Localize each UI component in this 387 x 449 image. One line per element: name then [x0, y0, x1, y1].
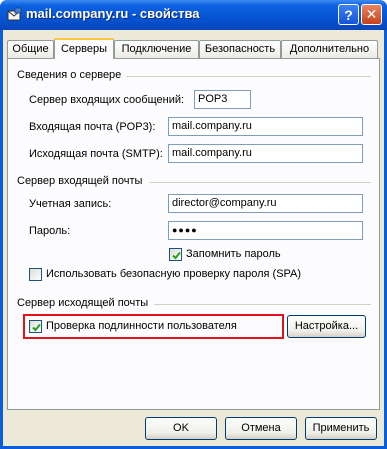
spa-checkbox[interactable] — [29, 268, 42, 281]
settings-button[interactable]: Настройка... — [287, 315, 366, 338]
outgoing-mail-field[interactable]: mail.company.ru — [168, 144, 363, 163]
incoming-server-group-title: Сервер входящей почты — [17, 175, 143, 187]
tab-strip: Общие Серверы Подключение Безопасность Д… — [7, 38, 379, 59]
apply-button[interactable]: Применить — [305, 417, 377, 440]
checkmark-icon — [32, 323, 41, 332]
incoming-server-type-label: Сервер входящих сообщений: — [29, 94, 185, 106]
checkmark-icon — [172, 251, 181, 260]
close-button[interactable]: ✕ — [361, 4, 382, 25]
remember-password-checkbox[interactable] — [169, 248, 182, 261]
user-authentication-label[interactable]: Проверка подлинности пользователя — [46, 320, 237, 332]
incoming-mail-label: Входящая почта (POP3): — [29, 121, 156, 133]
tab-connection[interactable]: Подключение — [114, 40, 199, 58]
remember-password-label[interactable]: Запомнить пароль — [186, 248, 281, 260]
tab-servers[interactable]: Серверы — [54, 38, 114, 59]
tab-advanced[interactable]: Дополнительно — [281, 40, 378, 58]
account-field[interactable]: director@company.ru — [168, 194, 363, 213]
outgoing-mail-label: Исходящая почта (SMTP): — [29, 148, 163, 160]
mail-account-icon — [6, 7, 22, 23]
password-field[interactable]: ●●●● — [168, 221, 363, 240]
dialog-client-area: Общие Серверы Подключение Безопасность Д… — [3, 30, 384, 446]
password-label: Пароль: — [29, 225, 71, 237]
close-icon: ✕ — [365, 6, 378, 22]
spa-label[interactable]: Использовать безопасную проверку пароля … — [46, 268, 301, 280]
user-authentication-checkbox[interactable] — [29, 320, 42, 333]
ok-button[interactable]: OK — [145, 417, 217, 440]
help-button[interactable]: ? — [338, 4, 359, 25]
servers-tab-panel: Сведения о сервере Сервер входящих сообщ… — [7, 58, 380, 410]
incoming-server-type-field[interactable]: POP3 — [194, 90, 251, 109]
group-divider — [126, 76, 371, 77]
server-info-group-title: Сведения о сервере — [17, 69, 122, 81]
incoming-mail-field[interactable]: mail.company.ru — [168, 117, 363, 136]
cancel-button[interactable]: Отмена — [225, 417, 297, 440]
outgoing-server-group-title: Сервер исходящей почты — [17, 297, 149, 309]
group-divider — [154, 304, 371, 305]
tab-security[interactable]: Безопасность — [199, 40, 281, 58]
window-title: mail.company.ru - свойства — [26, 6, 200, 21]
tab-general[interactable]: Общие — [7, 40, 54, 58]
group-divider — [150, 182, 371, 183]
properties-window: mail.company.ru - свойства ? ✕ Общие Сер… — [0, 0, 387, 449]
title-bar[interactable]: mail.company.ru - свойства ? ✕ — [0, 0, 387, 30]
account-label: Учетная запись: — [29, 198, 112, 210]
